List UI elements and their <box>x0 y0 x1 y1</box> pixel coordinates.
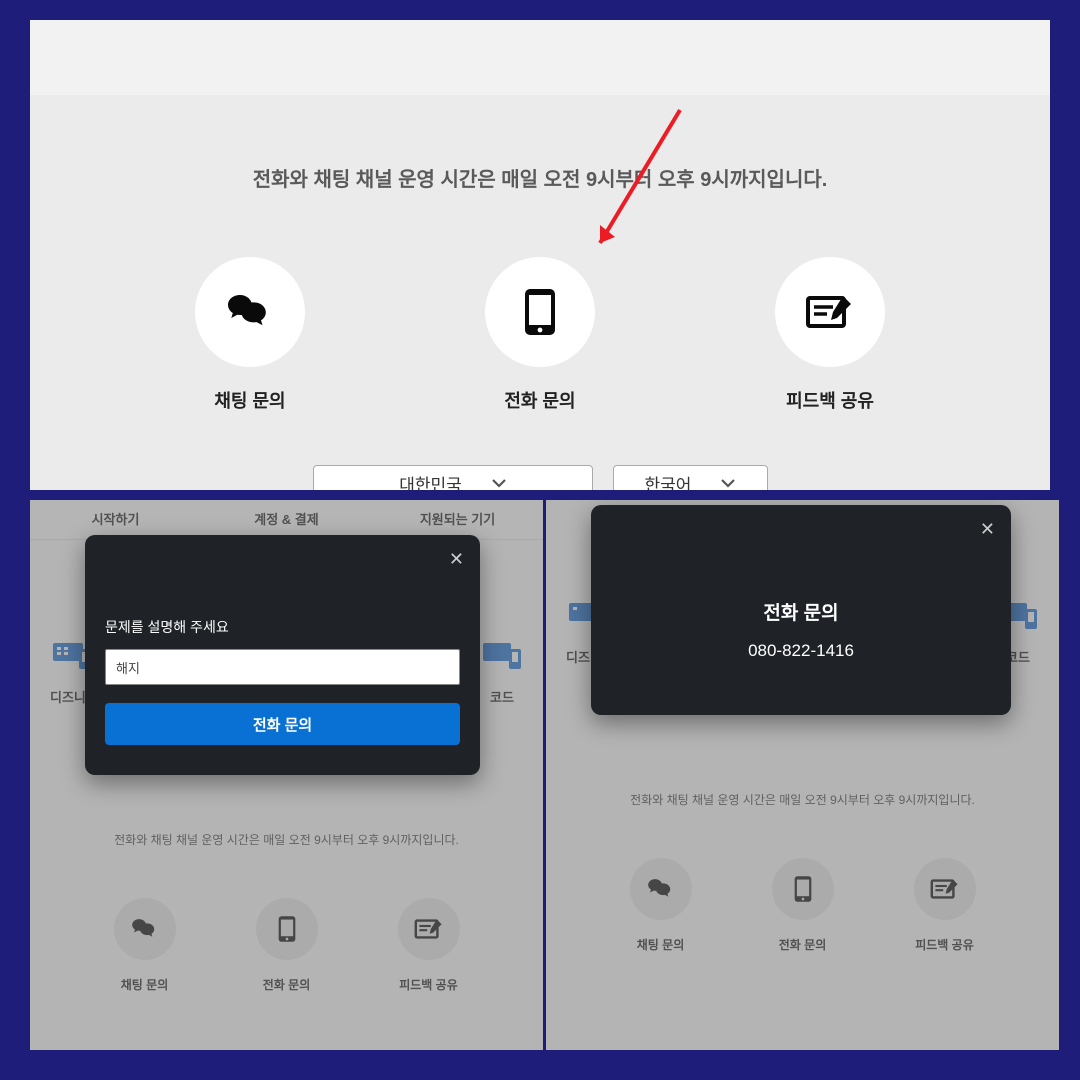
operating-hours-text: 전화와 채팅 채널 운영 시간은 매일 오전 9시부터 오후 9시까지입니다. <box>30 163 1050 192</box>
phone-inquiry-option[interactable]: 전화 문의 <box>485 257 595 413</box>
phone-label: 전화 문의 <box>504 387 575 413</box>
close-icon[interactable]: ✕ <box>449 549 464 570</box>
chevron-down-icon <box>721 478 735 488</box>
phone-number: 080-822-1416 <box>748 641 854 661</box>
describe-issue-modal: ✕ 문제를 설명해 주세요 전화 문의 <box>85 535 480 775</box>
close-icon[interactable]: ✕ <box>980 519 995 540</box>
language-value: 한국어 <box>645 471 692 491</box>
issue-input[interactable] <box>105 649 460 685</box>
chat-label: 채팅 문의 <box>214 387 285 413</box>
bottom-left-panel: 시작하기 계정 & 결제 지원되는 기기 디즈니+ 코드 전화와 채팅 채널 운… <box>30 500 543 1050</box>
country-select[interactable]: 대한민국 <box>313 465 593 490</box>
chat-icon <box>195 257 305 367</box>
language-select[interactable]: 한국어 <box>613 465 768 490</box>
top-header-blank <box>30 20 1050 95</box>
feedback-label: 피드백 공유 <box>786 387 874 413</box>
top-panel: 전화와 채팅 채널 운영 시간은 매일 오전 9시부터 오후 9시까지입니다. … <box>30 20 1050 490</box>
modal-title: 전화 문의 <box>763 598 838 625</box>
country-value: 대한민국 <box>399 471 462 491</box>
phone-inquiry-submit-button[interactable]: 전화 문의 <box>105 703 460 745</box>
chat-inquiry-option[interactable]: 채팅 문의 <box>195 257 305 413</box>
phone-number-modal: ✕ 전화 문의 080-822-1416 <box>591 505 1011 715</box>
feedback-icon <box>775 257 885 367</box>
chevron-down-icon <box>492 478 506 488</box>
feedback-option[interactable]: 피드백 공유 <box>775 257 885 413</box>
bottom-right-panel: 디즈니+ 코드 전화와 채팅 채널 운영 시간은 매일 오전 9시부터 오후 9… <box>546 500 1059 1050</box>
modal-prompt: 문제를 설명해 주세요 <box>105 617 460 637</box>
phone-icon <box>485 257 595 367</box>
